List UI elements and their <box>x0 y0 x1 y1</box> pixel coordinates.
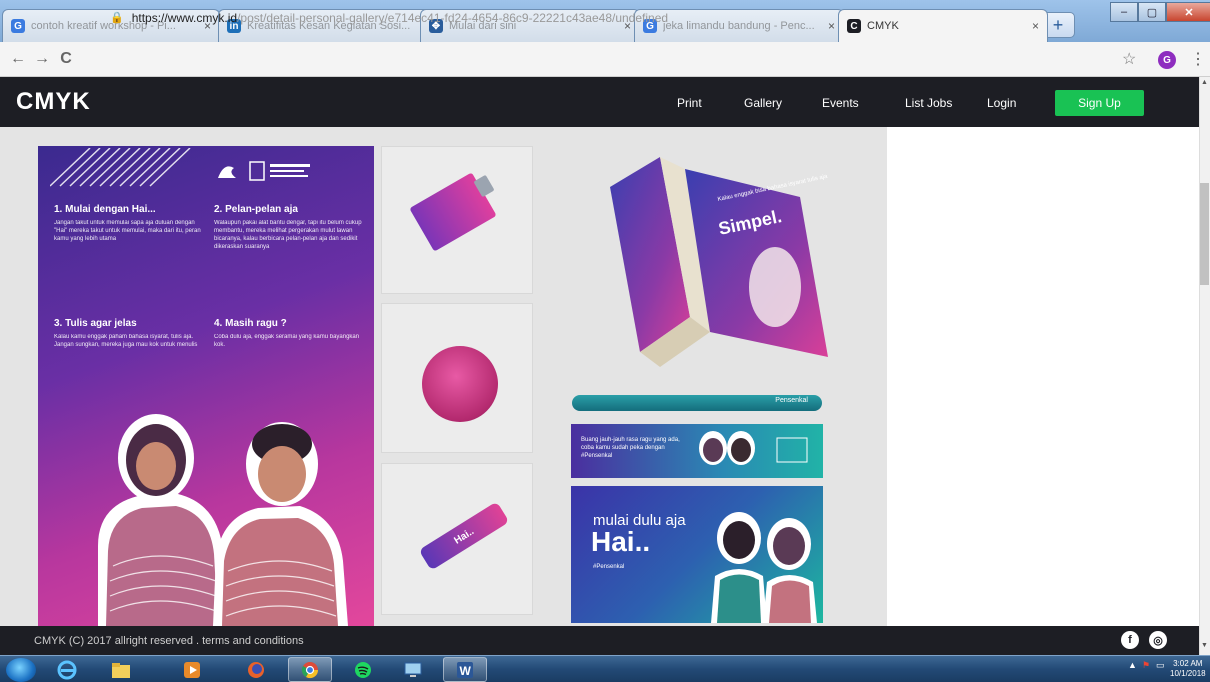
explorer-icon[interactable] <box>99 657 143 682</box>
chrome-icon[interactable] <box>288 657 332 682</box>
tip-title: 1. Mulai dengan Hai... <box>54 204 156 215</box>
spotify-icon[interactable] <box>341 657 385 682</box>
banner-headline-big: Hai.. <box>591 526 651 557</box>
menu-dots-icon[interactable]: ⋮ <box>1190 49 1206 69</box>
lock-icon: 🔒 <box>110 12 124 24</box>
tin-mockup <box>381 303 533 453</box>
tray-flag-icon[interactable]: ⚑ <box>1142 660 1150 671</box>
tip-2: 2. Pelan-pelan aja Walaupun pakai alat b… <box>214 204 362 251</box>
tip-4: 4. Masih ragu ? Coba dulu aja, enggak se… <box>214 318 362 349</box>
cmyk-logo[interactable]: CMYK <box>16 88 91 116</box>
wave-lines-graphic <box>50 148 191 187</box>
banner-people-large <box>711 512 817 623</box>
tip-body: Walaupun pakai alat bantu dengar, tapi i… <box>214 220 362 250</box>
organization-logo-icon <box>218 161 310 181</box>
tip-body: Jangan takut untuk memulai sapa aja dulu… <box>54 220 201 242</box>
poster-logos <box>214 158 324 186</box>
tab-cmyk-active[interactable]: C CMYK × <box>838 9 1048 42</box>
pen-label: Pensenkal <box>775 397 808 404</box>
nav-login-link[interactable]: Login <box>987 96 1016 110</box>
footer-text[interactable]: CMYK (C) 2017 allright reserved . terms … <box>34 635 304 647</box>
tip-title: 4. Masih ragu ? <box>214 318 287 329</box>
word-icon[interactable]: W <box>443 657 487 682</box>
people-illustration <box>98 414 348 626</box>
tab-title: CMYK <box>867 20 899 32</box>
url-path: /post/detail-personal-gallery/e714ec41-f… <box>237 10 669 25</box>
url-host: https://www.cmyk.id <box>131 10 238 25</box>
tray-network-icon[interactable]: ▭ <box>1156 660 1165 671</box>
facebook-icon[interactable]: f <box>1121 631 1139 649</box>
perfume-mockup <box>381 146 533 294</box>
start-button[interactable] <box>6 658 36 682</box>
google-favicon-icon: G <box>11 19 25 33</box>
gallery-image[interactable]: 1. Mulai dengan Hai... Jangan takut untu… <box>0 127 887 626</box>
clock-date: 10/1/2018 <box>1170 669 1206 678</box>
media-player-icon[interactable] <box>170 657 214 682</box>
tip-body: Coba dulu aja, enggak seramai yang kamu … <box>214 334 360 348</box>
svg-text:W: W <box>460 664 472 678</box>
lip-balm-mockup: Hai.. <box>381 463 533 615</box>
tip-title: 2. Pelan-pelan aja <box>214 204 298 215</box>
banner-people <box>699 431 808 465</box>
clock-time: 3:02 AM <box>1173 659 1203 668</box>
scroll-down-arrow-icon[interactable]: ▼ <box>1200 642 1209 652</box>
nav-gallery-link[interactable]: Gallery <box>744 96 782 110</box>
banner-hashtag: #Pensenkal <box>593 564 625 570</box>
nav-print-link[interactable]: Print <box>677 96 702 110</box>
taskbar-clock[interactable]: 3:02 AM 10/1/2018 <box>1170 659 1206 679</box>
page-content: 1. Mulai dengan Hai... Jangan takut untu… <box>0 127 1199 626</box>
back-arrow-icon[interactable]: ← <box>6 47 30 71</box>
poster-artwork: 1. Mulai dengan Hai... Jangan takut untu… <box>38 146 374 626</box>
forward-arrow-icon[interactable]: → <box>30 47 54 71</box>
tray-arrow-icon[interactable]: ▲ <box>1128 660 1137 670</box>
firefox-icon[interactable] <box>234 657 278 682</box>
nav-list-jobs-link[interactable]: List Jobs <box>905 96 952 110</box>
ie-icon[interactable] <box>45 657 89 682</box>
pen-mockup: Pensenkal <box>572 395 822 411</box>
profile-avatar[interactable]: G <box>1158 51 1176 69</box>
tip-1: 1. Mulai dengan Hai... Jangan takut untu… <box>54 204 202 243</box>
instagram-icon[interactable]: ◎ <box>1149 631 1167 649</box>
tip-3: 3. Tulis agar jelas Kalau kamu enggak pa… <box>54 318 202 349</box>
monitor-icon[interactable] <box>391 657 435 682</box>
site-footer: CMYK (C) 2017 allright reserved . terms … <box>0 626 1199 655</box>
scrollbar-thumb[interactable] <box>1200 183 1209 285</box>
banner-large: mulai dulu aja Hai.. #Pensenkal <box>571 486 823 623</box>
minimize-button[interactable]: – <box>1110 2 1138 22</box>
scroll-up-arrow-icon[interactable]: ▲ <box>1200 79 1209 89</box>
book-mockup: Simpel. Kalau enggak bisa bahasa isyarat… <box>610 157 828 367</box>
site-navbar: CMYK Print Gallery Events List Jobs Logi… <box>0 77 1199 127</box>
window-controls: – ▢ ✕ <box>1110 2 1210 22</box>
tin-case <box>422 346 498 422</box>
reload-icon[interactable]: C <box>54 47 78 71</box>
tip-title: 3. Tulis agar jelas <box>54 318 137 329</box>
nav-events-link[interactable]: Events <box>822 96 859 110</box>
banner-text: Buang jauh-jauh rasa ragu yang ada, coba… <box>581 437 680 459</box>
address-bar-row: ← → C <box>0 42 1210 77</box>
cmyk-favicon-icon: C <box>847 19 861 33</box>
bookmark-star-icon[interactable]: ☆ <box>1122 49 1136 69</box>
tip-body: Kalau kamu enggak paham bahasa isyarat, … <box>54 334 198 348</box>
page-scrollbar[interactable] <box>1199 77 1210 655</box>
sign-up-button[interactable]: Sign Up <box>1055 90 1144 116</box>
tab-close-icon[interactable]: × <box>1032 19 1039 33</box>
banner-small: Buang jauh-jauh rasa ragu yang ada, coba… <box>571 424 823 478</box>
maximize-button[interactable]: ▢ <box>1138 2 1166 22</box>
lip-balm: Hai.. <box>418 501 510 571</box>
close-window-button[interactable]: ✕ <box>1166 2 1210 22</box>
